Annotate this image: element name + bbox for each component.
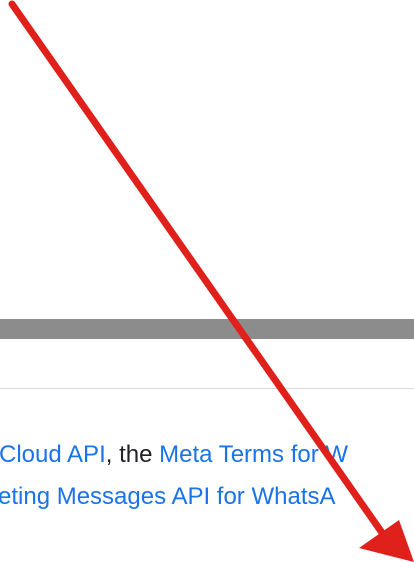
page: Cloud API, the Meta Terms for W eting Me… [0, 0, 414, 562]
terms-line-1: Cloud API, the Meta Terms for W [0, 434, 414, 476]
arrow-head [359, 520, 414, 562]
gray-bar [0, 319, 414, 339]
meta-terms-link[interactable]: Meta Terms for W [159, 441, 348, 468]
marketing-messages-api-link[interactable]: eting Messages API for WhatsA [0, 483, 336, 510]
divider [0, 388, 414, 389]
terms-text: Cloud API, the Meta Terms for W eting Me… [0, 434, 414, 518]
terms-line-2: eting Messages API for WhatsA [0, 476, 414, 518]
comma-the-text: , the [105, 441, 160, 468]
cloud-api-link[interactable]: Cloud API [0, 441, 106, 468]
